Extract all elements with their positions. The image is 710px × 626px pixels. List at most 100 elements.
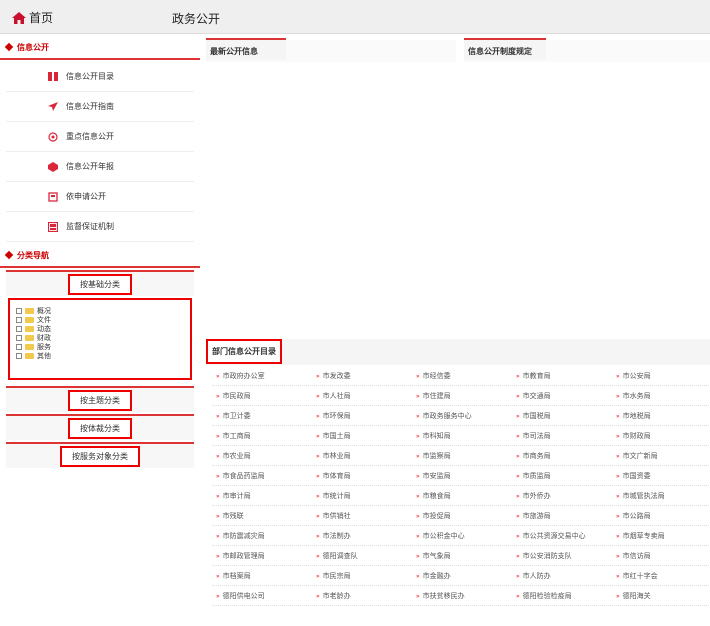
dept-link[interactable]: » 市卫计委 [212, 407, 311, 426]
dept-link[interactable]: » 市食品药监局 [212, 467, 311, 486]
sidebar-item-catalog[interactable]: 信息公开目录 [6, 62, 194, 92]
dept-link[interactable]: » 市扶贫移民办 [412, 587, 511, 606]
dept-link[interactable]: » 市旅游局 [512, 507, 611, 526]
dept-link[interactable]: » 市质监局 [512, 467, 611, 486]
dept-link[interactable]: » 市住建局 [412, 387, 511, 406]
arrow-icon: » [316, 592, 320, 600]
dept-link[interactable]: » 市人社局 [312, 387, 411, 406]
dept-link[interactable]: » 市政府办公室 [212, 367, 311, 386]
dept-link[interactable]: » 市粮食局 [412, 487, 511, 506]
by-basic-category-button[interactable]: 按基础分类 [68, 273, 132, 295]
expand-icon[interactable] [16, 352, 22, 359]
expand-icon[interactable] [16, 334, 22, 341]
dept-link[interactable]: » 市公路局 [612, 507, 710, 526]
tab-rules[interactable]: 信息公开制度规定 [464, 38, 546, 60]
dept-link[interactable]: » 市信访局 [612, 547, 710, 566]
dept-link-label: 市政务服务中心 [422, 412, 472, 420]
dept-link[interactable]: » 市林业局 [312, 447, 411, 466]
dept-link[interactable]: » 市外侨办 [512, 487, 611, 506]
by-genre-button[interactable]: 按体裁分类 [68, 417, 132, 439]
by-service-button[interactable]: 按服务对象分类 [60, 445, 140, 467]
dept-link[interactable]: » 市人防办 [512, 567, 611, 586]
dept-link[interactable]: » 市公安消防支队 [512, 547, 611, 566]
sidebar-item-apply[interactable]: 依申请公开 [6, 182, 194, 212]
sidebar-item-guide[interactable]: 信息公开指南 [6, 92, 194, 122]
dept-link[interactable]: » 市国资委 [612, 467, 710, 486]
dept-link[interactable]: » 市民政局 [212, 387, 311, 406]
dept-link[interactable]: » 市经信委 [412, 367, 511, 386]
dept-link[interactable]: » 市审计局 [212, 487, 311, 506]
dept-link[interactable]: » 市红十字会 [612, 567, 710, 586]
dept-link[interactable]: » 市地税局 [612, 407, 710, 426]
arrow-icon: » [416, 452, 420, 460]
sidebar-item-annual-report[interactable]: 信息公开年报 [6, 152, 194, 182]
dept-link[interactable]: » 市公安局 [612, 367, 710, 386]
dept-link[interactable]: » 市金融办 [412, 567, 511, 586]
dept-link[interactable]: » 德阳供电公司 [212, 587, 311, 606]
dept-link-label: 德阳检验检疫局 [522, 592, 572, 600]
arrow-icon: » [516, 532, 520, 540]
arrow-icon: » [416, 532, 420, 540]
dept-link[interactable]: » 市工商局 [212, 427, 311, 446]
dept-link[interactable]: » 德阳调查队 [312, 547, 411, 566]
dept-link[interactable]: » 市财政局 [612, 427, 710, 446]
dept-link[interactable]: » 市供销社 [312, 507, 411, 526]
dept-link[interactable]: » 市国土局 [312, 427, 411, 446]
sidebar-item-label: 重点信息公开 [66, 132, 114, 141]
dept-link[interactable]: » 市国税局 [512, 407, 611, 426]
dept-link[interactable]: » 市环保局 [312, 407, 411, 426]
dept-link[interactable]: » 市投促局 [412, 507, 511, 526]
expand-icon[interactable] [16, 316, 22, 323]
dept-link[interactable]: » 市商务局 [512, 447, 611, 466]
dept-link[interactable]: » 德阳海关 [612, 587, 710, 606]
arrow-icon: » [516, 392, 520, 400]
dept-link[interactable]: » 市监察局 [412, 447, 511, 466]
dept-link-label: 市供销社 [322, 512, 351, 520]
dept-link-label: 市金融办 [422, 572, 451, 580]
home-link[interactable]: 首页 [12, 9, 53, 26]
expand-icon[interactable] [16, 325, 22, 332]
dept-link[interactable]: » 市交通局 [512, 387, 611, 406]
dept-link[interactable]: » 市烟草专卖局 [612, 527, 710, 546]
dept-link[interactable]: » 市邮政管理局 [212, 547, 311, 566]
dept-link[interactable]: » 市民宗局 [312, 567, 411, 586]
dept-link[interactable]: » 市体育局 [312, 467, 411, 486]
circle-badge-icon [48, 131, 58, 142]
dept-link[interactable]: » 市老龄办 [312, 587, 411, 606]
tab-latest-info[interactable]: 最新公开信息 [206, 38, 286, 60]
expand-icon[interactable] [16, 307, 22, 314]
dept-link[interactable]: » 市水务局 [612, 387, 710, 406]
dept-link[interactable]: » 德阳检验检疫局 [512, 587, 611, 606]
dept-link-label: 市环保局 [322, 412, 351, 420]
sidebar-item-supervision[interactable]: 监督保证机制 [6, 212, 194, 242]
dept-link[interactable]: » 市发改委 [312, 367, 411, 386]
sidebar-item-key-info[interactable]: 重点信息公开 [6, 122, 194, 152]
dept-link-label: 市国土局 [322, 432, 351, 440]
tree-node[interactable]: 其他 [16, 351, 184, 360]
dept-link[interactable]: » 市科知局 [412, 427, 511, 446]
dept-link[interactable]: » 市档案局 [212, 567, 311, 586]
dept-link[interactable]: » 市法制办 [312, 527, 411, 546]
dept-link[interactable]: » 市防震减灾局 [212, 527, 311, 546]
expand-icon[interactable] [16, 343, 22, 350]
dept-link[interactable]: » 市气象局 [412, 547, 511, 566]
arrow-icon: » [216, 472, 220, 480]
dept-link[interactable]: » 市农业局 [212, 447, 311, 466]
dept-link[interactable]: » 市文广新局 [612, 447, 710, 466]
dept-link[interactable]: » 市公共资源交易中心 [512, 527, 611, 546]
by-topic-button[interactable]: 按主题分类 [68, 389, 132, 411]
dept-link[interactable]: » 市安监局 [412, 467, 511, 486]
dept-link[interactable]: » 市政务服务中心 [412, 407, 511, 426]
dept-link[interactable]: » 市残联 [212, 507, 311, 526]
dept-link[interactable]: » 市司法局 [512, 427, 611, 446]
arrow-icon: » [216, 412, 220, 420]
arrow-icon: » [416, 552, 420, 560]
arrow-icon: » [516, 372, 520, 380]
dept-link[interactable]: » 市教育局 [512, 367, 611, 386]
arrow-icon: » [216, 452, 220, 460]
dept-link[interactable]: » 市城管执法局 [612, 487, 710, 506]
dept-link[interactable]: » 市统计局 [312, 487, 411, 506]
dept-link-label: 市公积金中心 [422, 532, 465, 540]
dept-link[interactable]: » 市公积金中心 [412, 527, 511, 546]
dept-link-label: 市外侨办 [522, 492, 551, 500]
